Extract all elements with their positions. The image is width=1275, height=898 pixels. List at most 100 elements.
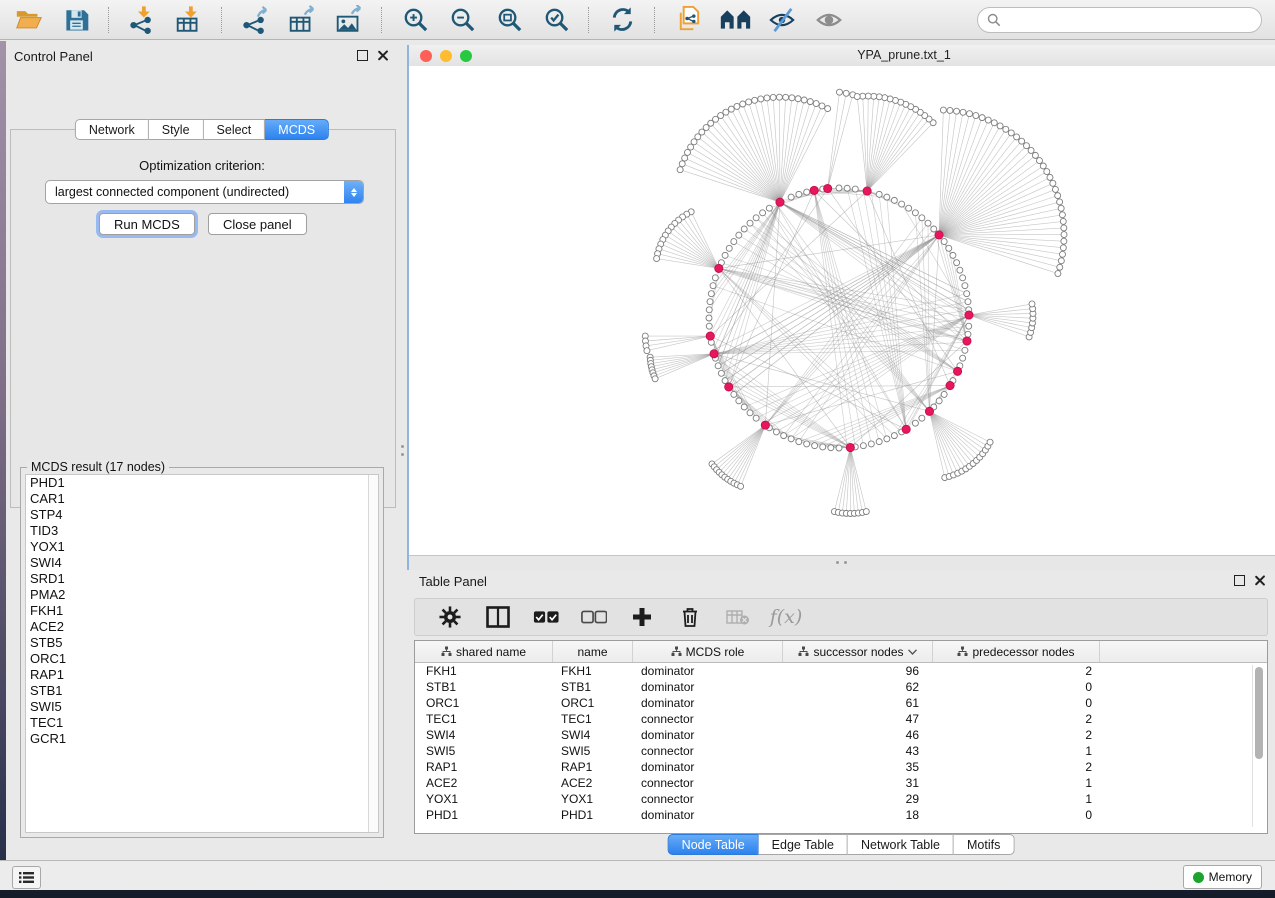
cell-shared_name: ACE2 xyxy=(415,775,553,791)
table-row-STB1[interactable]: STB1STB1dominator620 xyxy=(415,679,1267,695)
cell-successors: 46 xyxy=(783,727,933,743)
table-row-RAP1[interactable]: RAP1RAP1dominator352 xyxy=(415,759,1267,775)
column-header-predecessor-nodes[interactable]: predecessor nodes xyxy=(933,641,1100,662)
show-all-icon[interactable] xyxy=(810,4,848,36)
mcds-result-item[interactable]: RAP1 xyxy=(26,667,378,683)
search-box[interactable] xyxy=(977,7,1262,33)
cell-predecessors: 0 xyxy=(933,679,1100,695)
table-row-FKH1[interactable]: FKH1FKH1dominator962 xyxy=(415,663,1267,679)
mcds-result-item[interactable]: CAR1 xyxy=(26,491,378,507)
cell-shared_name: FKH1 xyxy=(415,663,553,679)
zoom-fit-icon[interactable] xyxy=(490,4,528,36)
mcds-result-item[interactable]: ORC1 xyxy=(26,651,378,667)
mcds-result-item[interactable]: TID3 xyxy=(26,523,378,539)
network-titlebar[interactable]: YPA_prune.txt_1 xyxy=(409,45,1275,67)
float-panel-icon[interactable] xyxy=(357,50,368,61)
run-mcds-button[interactable]: Run MCDS xyxy=(99,213,195,235)
zoom-selected-icon[interactable] xyxy=(537,4,575,36)
table-tab-network-table[interactable]: Network Table xyxy=(848,834,954,855)
table-tab-edge-table[interactable]: Edge Table xyxy=(759,834,848,855)
tab-network[interactable]: Network xyxy=(75,119,149,140)
close-panel-icon[interactable] xyxy=(1254,575,1265,586)
zoom-out-icon[interactable] xyxy=(443,4,481,36)
mcds-result-item[interactable]: SWI4 xyxy=(26,555,378,571)
cell-shared_name: ORC1 xyxy=(415,695,553,711)
float-panel-icon[interactable] xyxy=(1234,575,1245,586)
optimization-criterion-select[interactable]: largest connected component (undirected) xyxy=(45,180,364,204)
table-scrollbar[interactable] xyxy=(1252,665,1264,827)
scrollbar-thumb[interactable] xyxy=(1255,667,1263,759)
cell-successors: 35 xyxy=(783,759,933,775)
mcds-result-item[interactable]: FKH1 xyxy=(26,603,378,619)
select-all-rows-icon[interactable] xyxy=(533,604,559,630)
mcds-result-item[interactable]: STB1 xyxy=(26,683,378,699)
column-header-MCDS-role[interactable]: MCDS role xyxy=(633,641,783,662)
export-image-icon[interactable] xyxy=(330,4,368,36)
table-tab-node-table[interactable]: Node Table xyxy=(668,834,759,855)
delete-column-icon[interactable] xyxy=(677,604,703,630)
mcds-result-list[interactable]: PHD1CAR1STP4TID3YOX1SWI4SRD1PMA2FKH1ACE2… xyxy=(25,474,379,833)
mcds-list-scrollbar[interactable] xyxy=(368,475,378,832)
close-panel-button[interactable]: Close panel xyxy=(208,213,307,235)
table-row-SWI4[interactable]: SWI4SWI4dominator462 xyxy=(415,727,1267,743)
function-builder-icon[interactable]: f(x) xyxy=(773,604,799,630)
mcds-result-item[interactable]: SWI5 xyxy=(26,699,378,715)
tab-select[interactable]: Select xyxy=(204,119,266,140)
delete-table-icon[interactable] xyxy=(725,604,751,630)
zoom-in-icon[interactable] xyxy=(396,4,434,36)
criterion-value: largest connected component (undirected) xyxy=(46,185,344,199)
clone-network-icon[interactable] xyxy=(669,4,707,36)
import-network-icon[interactable] xyxy=(123,4,161,36)
cell-role: dominator xyxy=(633,759,783,775)
mcds-result-item[interactable]: STP4 xyxy=(26,507,378,523)
tab-style[interactable]: Style xyxy=(149,119,204,140)
cell-successors: 47 xyxy=(783,711,933,727)
refresh-view-icon[interactable] xyxy=(603,4,641,36)
export-network-icon[interactable] xyxy=(236,4,274,36)
cell-shared_name: SWI4 xyxy=(415,727,553,743)
network-canvas[interactable] xyxy=(409,66,1275,556)
save-session-icon[interactable] xyxy=(57,4,95,36)
vertical-splitter[interactable] xyxy=(398,45,407,860)
memory-button[interactable]: Memory xyxy=(1183,865,1262,889)
memory-status-icon xyxy=(1193,872,1204,883)
deselect-all-rows-icon[interactable] xyxy=(581,604,607,630)
panel-menu-button[interactable] xyxy=(12,866,41,889)
table-row-PHD1[interactable]: PHD1PHD1dominator180 xyxy=(415,807,1267,823)
shared-column-icon xyxy=(671,646,682,657)
hide-selected-icon[interactable] xyxy=(763,4,801,36)
cell-name: FKH1 xyxy=(553,663,633,679)
mcds-result-item[interactable]: ACE2 xyxy=(26,619,378,635)
mcds-result-item[interactable]: PHD1 xyxy=(26,475,378,491)
table-settings-gear-icon[interactable] xyxy=(437,604,463,630)
mcds-result-item[interactable]: SRD1 xyxy=(26,571,378,587)
cell-name: SWI5 xyxy=(553,743,633,759)
table-panel-title: Table Panel xyxy=(419,574,487,589)
column-header-name[interactable]: name xyxy=(553,641,633,662)
mcds-result-item[interactable]: STB5 xyxy=(26,635,378,651)
tab-mcds[interactable]: MCDS xyxy=(265,119,329,140)
table-tab-motifs[interactable]: Motifs xyxy=(954,834,1014,855)
mcds-result-item[interactable]: YOX1 xyxy=(26,539,378,555)
show-column-icon[interactable] xyxy=(485,604,511,630)
import-table-icon[interactable] xyxy=(170,4,208,36)
network-view-window: YPA_prune.txt_1 xyxy=(407,45,1275,570)
add-column-icon[interactable] xyxy=(629,604,655,630)
first-neighbors-icon[interactable] xyxy=(716,4,754,36)
mcds-result-item[interactable]: GCR1 xyxy=(26,731,378,747)
horizontal-splitter[interactable] xyxy=(409,555,1275,570)
export-table-icon[interactable] xyxy=(283,4,321,36)
column-header-successor-nodes[interactable]: successor nodes xyxy=(783,641,933,662)
mcds-result-item[interactable]: PMA2 xyxy=(26,587,378,603)
column-header-shared-name[interactable]: shared name xyxy=(415,641,553,662)
close-panel-icon[interactable] xyxy=(377,50,388,61)
toolbar-separator xyxy=(654,7,656,33)
table-row-SWI5[interactable]: SWI5SWI5connector431 xyxy=(415,743,1267,759)
table-row-TEC1[interactable]: TEC1TEC1connector472 xyxy=(415,711,1267,727)
search-input[interactable] xyxy=(1007,12,1261,28)
mcds-result-item[interactable]: TEC1 xyxy=(26,715,378,731)
table-row-ACE2[interactable]: ACE2ACE2connector311 xyxy=(415,775,1267,791)
table-row-YOX1[interactable]: YOX1YOX1connector291 xyxy=(415,791,1267,807)
table-row-ORC1[interactable]: ORC1ORC1dominator610 xyxy=(415,695,1267,711)
open-file-icon[interactable] xyxy=(10,4,48,36)
